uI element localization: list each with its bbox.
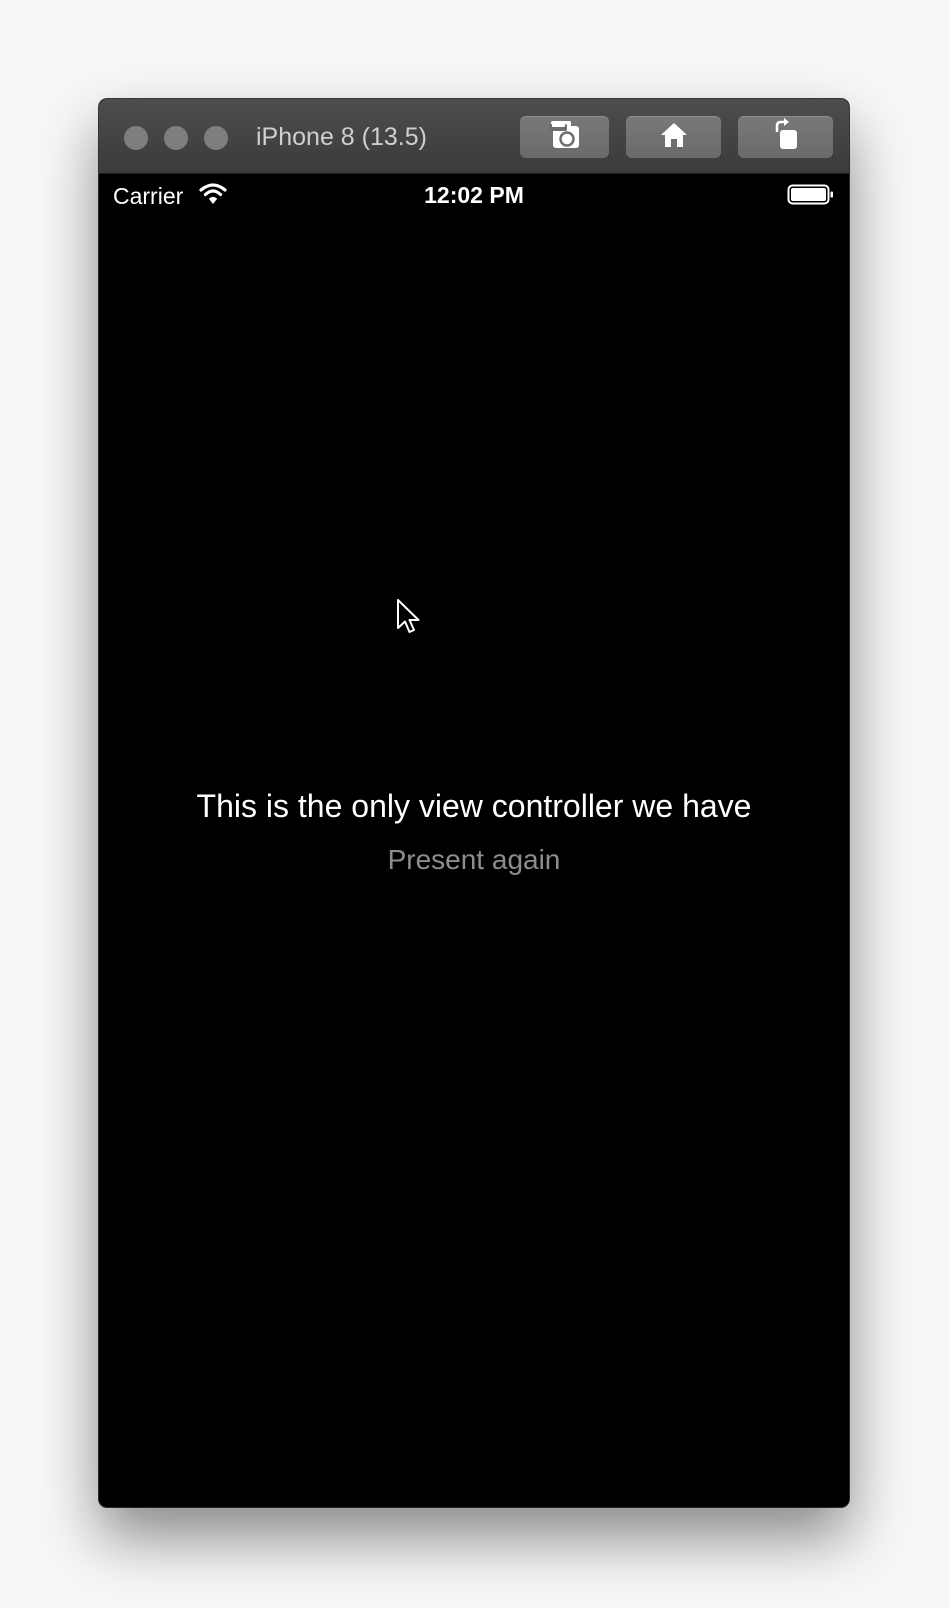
mouse-cursor-icon (396, 598, 422, 639)
window-titlebar: iPhone 8 (13.5) (99, 99, 849, 174)
present-again-button[interactable]: Present again (361, 838, 587, 882)
simulator-window: iPhone 8 (13.5) Carrier 12:02 PM This is… (99, 99, 849, 1507)
close-window-button[interactable] (124, 126, 148, 150)
rotate-button[interactable] (738, 116, 833, 158)
battery-icon (787, 183, 835, 212)
app-screen: This is the only view controller we have… (99, 220, 849, 1507)
home-button[interactable] (626, 116, 721, 158)
zoom-window-button[interactable] (204, 126, 228, 150)
screenshot-button[interactable] (520, 116, 609, 158)
ios-status-bar: Carrier 12:02 PM (99, 174, 849, 220)
home-icon (658, 120, 690, 155)
rotate-icon (771, 117, 801, 157)
status-time: 12:02 PM (424, 182, 524, 208)
headline-label: This is the only view controller we have (196, 788, 752, 824)
minimize-window-button[interactable] (164, 126, 188, 150)
camera-icon (547, 118, 583, 157)
window-title: iPhone 8 (13.5) (256, 123, 427, 151)
